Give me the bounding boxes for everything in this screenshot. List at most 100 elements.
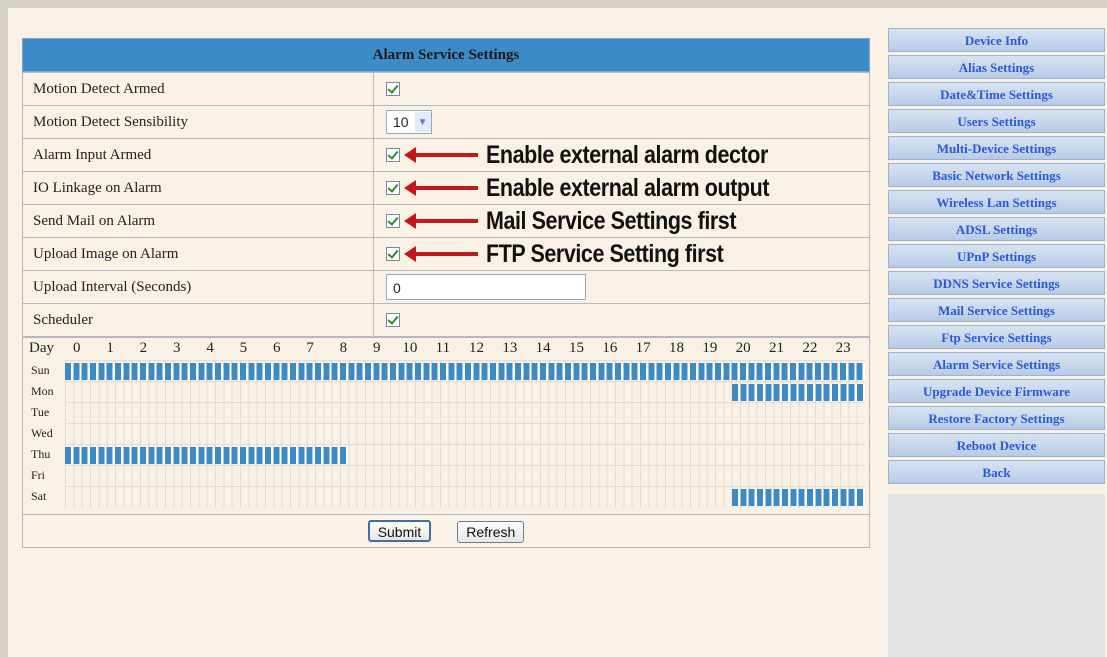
schedule-cells[interactable]: [65, 360, 865, 510]
upload-interval-input[interactable]: 0: [386, 274, 586, 300]
hour-label: 6: [273, 340, 281, 356]
row-label: Scheduler: [22, 303, 374, 337]
sidebar-item-wireless-lan-settings[interactable]: Wireless Lan Settings: [888, 190, 1105, 214]
day-label: Thu: [31, 447, 51, 461]
row-io-linkage: IO Linkage on Alarm Enable external alar…: [22, 171, 870, 205]
alarm-input-armed-checkbox[interactable]: [386, 148, 400, 163]
hour-label: 2: [139, 340, 148, 356]
chevron-down-icon[interactable]: ▼: [414, 112, 431, 132]
hour-label: 22: [802, 340, 818, 356]
hour-label: 15: [569, 340, 584, 356]
hour-label: 8: [339, 340, 348, 356]
sidebar-item-mail-service-settings[interactable]: Mail Service Settings: [888, 298, 1105, 322]
hour-label: 20: [735, 340, 751, 356]
select-value: 10: [393, 114, 409, 130]
submit-button[interactable]: Submit: [367, 520, 432, 542]
row-alarm-input-armed: Alarm Input Armed Enable external alarm …: [22, 138, 870, 172]
row-motion-detect-sensibility: Motion Detect Sensibility 10 ▼: [22, 105, 870, 139]
schedule-row[interactable]: [65, 444, 865, 466]
day-label: Tue: [31, 405, 50, 419]
hour-label: 0: [73, 340, 81, 356]
sidebar-item-upnp-settings[interactable]: UPnP Settings: [888, 244, 1105, 268]
schedule-row[interactable]: [65, 402, 865, 424]
row-label: Motion Detect Sensibility: [22, 105, 374, 139]
schedule-selected-range[interactable]: [731, 384, 865, 401]
sidebar-item-adsl-settings[interactable]: ADSL Settings: [888, 217, 1105, 241]
sidebar-item-basic-network-settings[interactable]: Basic Network Settings: [888, 163, 1105, 187]
scheduler-checkbox[interactable]: [386, 313, 400, 328]
panel-title: Alarm Service Settings: [22, 38, 870, 72]
button-bar: Submit Refresh: [22, 515, 870, 548]
hour-label: 14: [535, 340, 551, 356]
schedule-row[interactable]: [65, 465, 865, 487]
alarm-settings-panel: Alarm Service Settings Motion Detect Arm…: [22, 38, 870, 548]
sidebar-item-ddns-service-settings[interactable]: DDNS Service Settings: [888, 271, 1105, 295]
row-upload-interval: Upload Interval (Seconds) 0: [22, 270, 870, 304]
hour-label: 21: [769, 340, 784, 356]
day-label: Mon: [31, 384, 54, 398]
annotation-text: Mail Service Settings first: [486, 206, 737, 235]
annotation: Mail Service Settings first: [404, 205, 777, 237]
sensibility-select[interactable]: 10 ▼: [386, 110, 432, 134]
schedule-selected-range[interactable]: [65, 447, 349, 464]
annotation-text: Enable external alarm dector: [486, 140, 768, 169]
refresh-button[interactable]: Refresh: [457, 521, 525, 543]
sidebar-item-device-info[interactable]: Device Info: [888, 28, 1105, 52]
row-label: Motion Detect Armed: [22, 72, 374, 106]
sidebar-item-alias-settings[interactable]: Alias Settings: [888, 55, 1105, 79]
arrow-left-icon: [404, 213, 478, 229]
hour-label: 16: [602, 340, 618, 356]
settings-table: Motion Detect Armed Motion Detect Sensib…: [22, 72, 870, 337]
annotation-text: Enable external alarm output: [486, 173, 770, 202]
schedule-row[interactable]: [65, 381, 865, 403]
row-label: Upload Image on Alarm: [22, 237, 374, 271]
row-label: Alarm Input Armed: [22, 138, 374, 172]
sidebar-item-date-time-settings[interactable]: Date&Time Settings: [888, 82, 1105, 106]
hour-label: 12: [469, 340, 484, 356]
row-scheduler: Scheduler: [22, 303, 870, 337]
hour-label: 5: [239, 340, 248, 356]
schedule-row[interactable]: [65, 360, 865, 382]
row-label: Upload Interval (Seconds): [22, 270, 374, 304]
schedule-grid: Day 0 1 2 3 4 5 6 7 8 9 10 11 12 13 14 15 16 17 18 19 20 21 22…: [22, 337, 870, 515]
day-header: Day: [29, 340, 54, 356]
sidebar-item-multi-device-settings[interactable]: Multi-Device Settings: [888, 136, 1105, 160]
schedule-selected-range[interactable]: [731, 489, 865, 506]
row-label: Send Mail on Alarm: [22, 204, 374, 238]
schedule-row[interactable]: [65, 486, 865, 508]
hour-label: 9: [373, 340, 381, 356]
arrow-left-icon: [404, 180, 478, 196]
row-motion-detect-armed: Motion Detect Armed: [22, 72, 870, 106]
hour-label: 3: [173, 340, 181, 356]
upload-image-checkbox[interactable]: [386, 247, 400, 262]
sidebar-item-upgrade-device-firmware[interactable]: Upgrade Device Firmware: [888, 379, 1105, 403]
arrow-left-icon: [404, 147, 478, 163]
sidebar-item-alarm-service-settings[interactable]: Alarm Service Settings: [888, 352, 1105, 376]
annotation: FTP Service Setting first: [404, 238, 762, 270]
hour-label: 19: [702, 340, 718, 356]
io-linkage-checkbox[interactable]: [386, 181, 400, 196]
hour-label: 7: [306, 340, 314, 356]
sidebar-item-back[interactable]: Back: [888, 460, 1105, 484]
page: Alarm Service Settings Motion Detect Arm…: [8, 8, 1107, 657]
sidebar-background: [888, 494, 1105, 657]
annotation: Enable external alarm dector: [404, 139, 814, 171]
hour-label: 23: [835, 340, 851, 356]
motion-detect-armed-checkbox[interactable]: [386, 82, 400, 97]
sidebar-item-users-settings[interactable]: Users Settings: [888, 109, 1105, 133]
day-label: Sat: [31, 489, 47, 503]
send-mail-checkbox[interactable]: [386, 214, 400, 229]
day-label: Wed: [31, 426, 53, 440]
day-label: Sun: [31, 363, 50, 377]
row-label: IO Linkage on Alarm: [22, 171, 374, 205]
schedule-row[interactable]: [65, 423, 865, 445]
schedule-selected-range[interactable]: [65, 363, 865, 380]
sidebar-item-reboot-device[interactable]: Reboot Device: [888, 433, 1105, 457]
hour-label: 11: [435, 340, 451, 356]
arrow-left-icon: [404, 246, 478, 262]
sidebar-item-ftp-service-settings[interactable]: Ftp Service Settings: [888, 325, 1105, 349]
hour-label: 10: [402, 340, 418, 356]
hour-label: 1: [106, 340, 114, 356]
sidebar-item-restore-factory-settings[interactable]: Restore Factory Settings: [888, 406, 1105, 430]
hours-header: Day 0 1 2 3 4 5 6 7 8 9 10 11 12 13 14 15 16 17 18 19 20 21 22…: [23, 340, 869, 358]
